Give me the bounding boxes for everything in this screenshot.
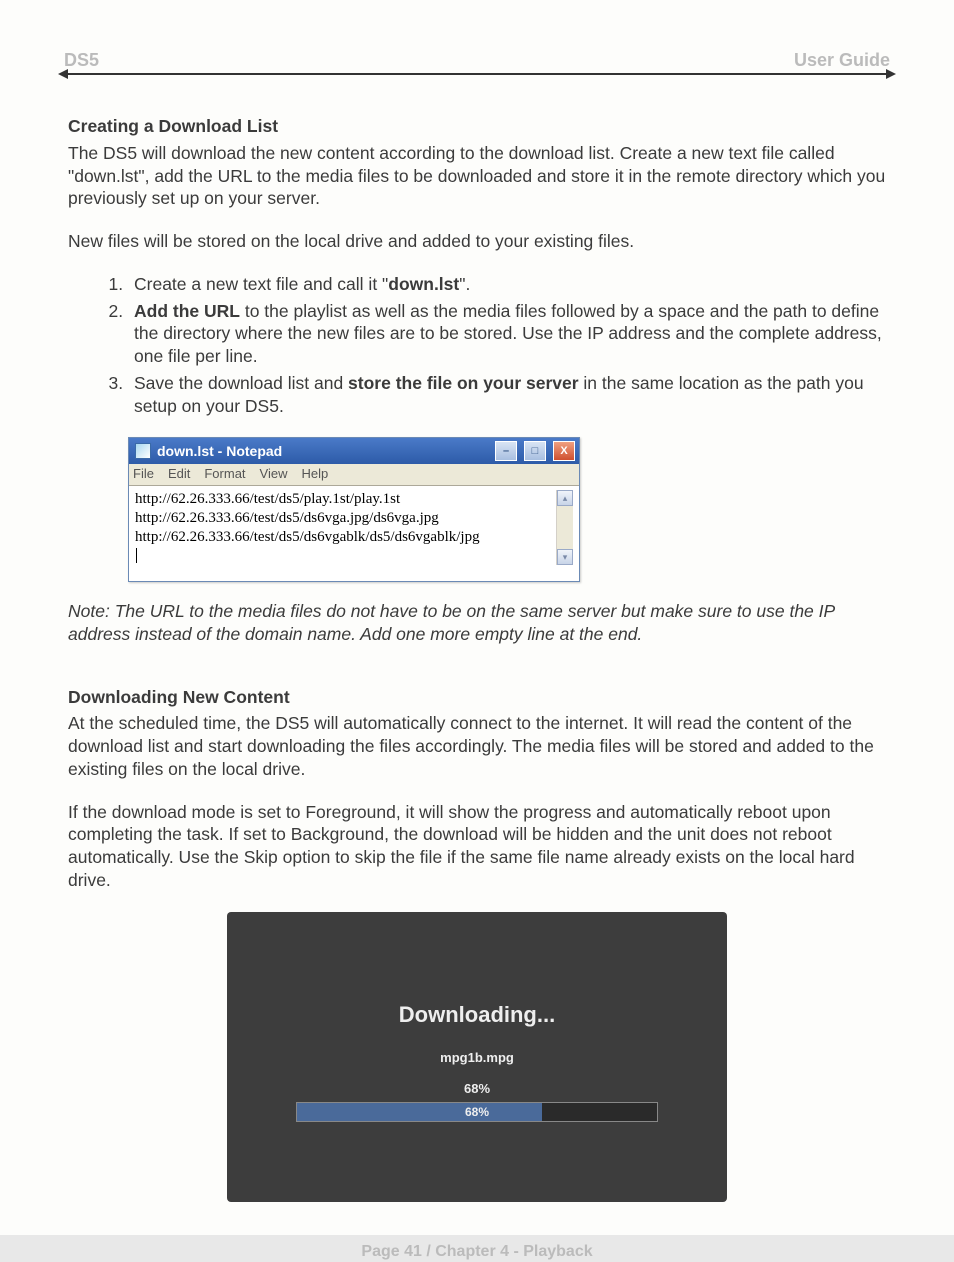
notepad-icon — [135, 443, 151, 459]
download-filename: mpg1b.mpg — [440, 1050, 514, 1067]
menu-format[interactable]: Format — [204, 466, 245, 483]
maximize-button[interactable]: □ — [524, 441, 546, 461]
content-body: Creating a Download List The DS5 will do… — [60, 115, 894, 1262]
text-line: http://62.26.333.66/test/ds5/ds6vga.jpg/… — [135, 509, 556, 528]
paragraph: The DS5 will download the new content ac… — [68, 142, 886, 210]
download-percent: 68% — [464, 1081, 490, 1098]
paragraph: New files will be stored on the local dr… — [68, 230, 886, 253]
document-page: DS5 User Guide Creating a Download List … — [0, 0, 954, 1235]
scrollbar[interactable]: ▴ ▾ — [556, 490, 573, 565]
bold-text: store the file on your server — [348, 373, 579, 393]
text: to the playlist as well as the media fil… — [134, 301, 882, 367]
close-button[interactable]: X — [553, 441, 575, 461]
window-title: down.lst - Notepad — [157, 442, 282, 460]
text-line: http://62.26.333.66/test/ds5/ds6vgablk/d… — [135, 528, 556, 547]
scroll-down-icon[interactable]: ▾ — [557, 549, 573, 565]
list-item: Save the download list and store the fil… — [128, 372, 886, 418]
header-left: DS5 — [64, 50, 99, 71]
note-paragraph: Note: The URL to the media files do not … — [68, 600, 886, 646]
scroll-up-icon[interactable]: ▴ — [557, 490, 573, 506]
text: Create a new text file and call it " — [134, 274, 388, 294]
notepad-menubar: File Edit Format View Help — [129, 464, 579, 486]
menu-view[interactable]: View — [260, 466, 288, 483]
notepad-body[interactable]: http://62.26.333.66/test/ds5/play.1st/pl… — [129, 486, 579, 581]
menu-edit[interactable]: Edit — [168, 466, 190, 483]
list-item: Add the URL to the playlist as well as t… — [128, 300, 886, 368]
section-title-creating: Creating a Download List — [68, 115, 886, 138]
progress-bar: 68% — [296, 1102, 658, 1122]
page-footer: Page 41 / Chapter 4 - Playback — [68, 1242, 886, 1262]
download-progress-screen: Downloading... mpg1b.mpg 68% 68% — [227, 912, 727, 1202]
text: Save the download list and — [134, 373, 348, 393]
bold-text: down.lst — [388, 274, 459, 294]
menu-help[interactable]: Help — [301, 466, 328, 483]
header-divider — [60, 73, 894, 75]
notepad-text-area[interactable]: http://62.26.333.66/test/ds5/play.1st/pl… — [135, 490, 556, 565]
menu-file[interactable]: File — [133, 466, 154, 483]
section-title-downloading: Downloading New Content — [68, 686, 886, 709]
minimize-button[interactable]: – — [495, 441, 517, 461]
header-right: User Guide — [794, 50, 890, 71]
paragraph: At the scheduled time, the DS5 will auto… — [68, 712, 886, 780]
list-item: Create a new text file and call it "down… — [128, 273, 886, 296]
paragraph: If the download mode is set to Foregroun… — [68, 801, 886, 892]
text-line: http://62.26.333.66/test/ds5/play.1st/pl… — [135, 490, 556, 509]
download-title: Downloading... — [399, 1001, 555, 1030]
progress-bar-label: 68% — [297, 1103, 657, 1121]
text-cursor — [136, 548, 137, 563]
notepad-window: down.lst - Notepad – □ X File Edit Forma… — [128, 437, 580, 582]
bold-text: Add the URL — [134, 301, 240, 321]
notepad-titlebar[interactable]: down.lst - Notepad – □ X — [129, 438, 579, 464]
text: ". — [459, 274, 470, 294]
page-header: DS5 User Guide — [60, 50, 894, 73]
instruction-list: Create a new text file and call it "down… — [68, 273, 886, 418]
